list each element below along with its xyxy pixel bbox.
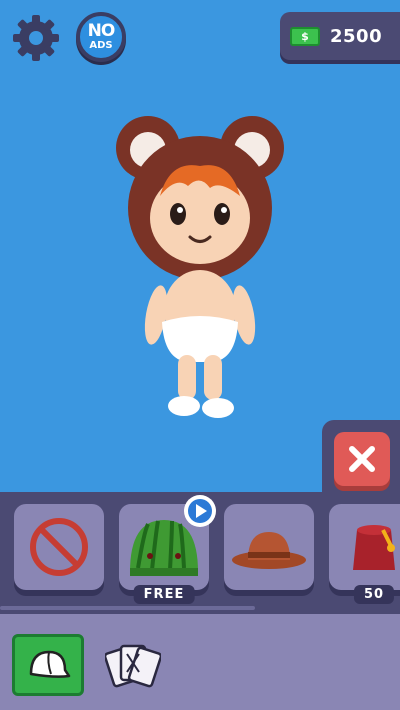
close-button[interactable] [334,432,390,486]
cash-icon: $ [290,26,320,46]
settings-gear-icon[interactable] [10,12,62,64]
no-ads-label-top: NO [87,21,116,41]
item-carousel: FREE 50 [0,492,400,614]
category-hats-tab[interactable] [12,634,84,696]
no-item-icon [30,518,88,576]
cowboy-hat-icon [232,532,306,569]
item-watermelon-hat[interactable]: FREE [119,495,216,604]
item-price-label: FREE [133,585,195,604]
cards-icon [105,644,161,688]
item-none[interactable] [14,504,104,590]
no-ads-button[interactable]: NO ADS [76,12,126,62]
fez-hat-icon [353,525,395,570]
item-cowboy-hat[interactable] [224,504,314,590]
category-cards-tab[interactable] [103,632,163,696]
category-bar [0,614,400,710]
currency-display: $ 2500 [280,12,400,60]
baby-character [116,116,284,418]
no-ads-label-bottom: ADS [89,40,113,51]
item-fez-hat[interactable]: 50 [329,504,400,604]
top-left-controls: NO ADS [10,12,126,64]
close-icon [349,446,375,472]
video-ad-icon [184,495,216,527]
item-price-label: 50 [353,585,395,604]
cap-icon [29,650,71,678]
close-tab [322,420,400,500]
carousel-scrollbar[interactable] [0,606,255,610]
coin-count: 2500 [330,25,383,47]
